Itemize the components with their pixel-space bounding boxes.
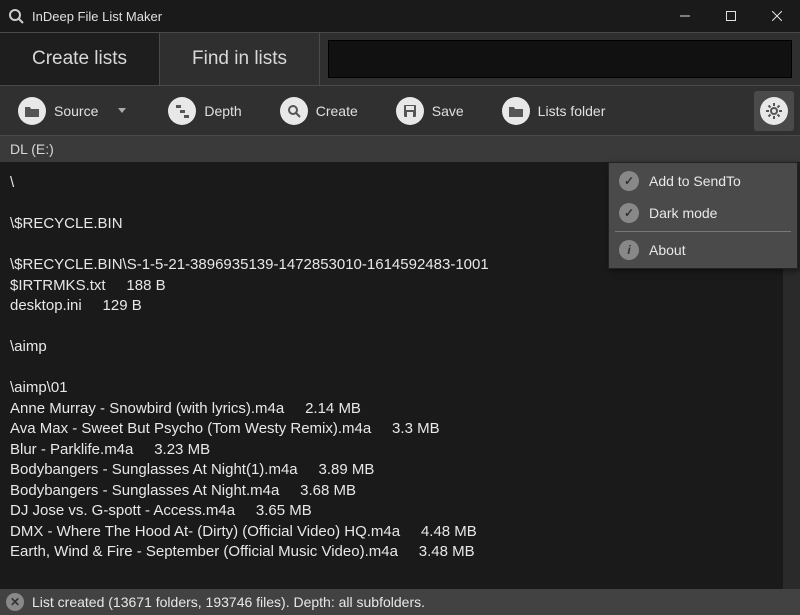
menu-label: About — [649, 242, 686, 258]
menu-label: Dark mode — [649, 205, 717, 221]
list-line: \aimp\01 — [10, 378, 790, 399]
folder-icon — [502, 97, 530, 125]
save-icon — [396, 97, 424, 125]
tab-label: Find in lists — [192, 48, 287, 70]
menu-item-dark-mode[interactable]: ✓ Dark mode — [609, 197, 797, 229]
current-path: DL (E:) — [10, 141, 54, 157]
toolbar-label: Depth — [204, 103, 241, 119]
minimize-button[interactable] — [662, 0, 708, 32]
list-line: DJ Jose vs. G-spott - Access.m4a 3.65 MB — [10, 501, 790, 522]
title-bar: InDeep File List Maker — [0, 0, 800, 32]
menu-label: Add to SendTo — [649, 173, 741, 189]
list-line: Earth, Wind & Fire - September (Official… — [10, 542, 790, 563]
settings-button[interactable] — [754, 91, 794, 131]
chevron-down-icon[interactable] — [118, 108, 126, 113]
check-icon: ✓ — [619, 171, 639, 191]
create-button[interactable]: Create — [272, 93, 366, 129]
maximize-button[interactable] — [708, 0, 754, 32]
status-bar: ✕ List created (13671 folders, 193746 fi… — [0, 589, 800, 615]
menu-item-add-sendto[interactable]: ✓ Add to SendTo — [609, 165, 797, 197]
menu-separator — [615, 231, 791, 232]
list-line: Anne Murray - Snowbird (with lyrics).m4a… — [10, 399, 790, 420]
gear-icon — [760, 97, 788, 125]
lists-folder-button[interactable]: Lists folder — [494, 93, 614, 129]
toolbar-label: Source — [54, 103, 98, 119]
close-status-icon[interactable]: ✕ — [6, 593, 24, 611]
save-button[interactable]: Save — [388, 93, 472, 129]
window-title: InDeep File List Maker — [32, 9, 662, 24]
list-line — [10, 358, 790, 379]
check-icon: ✓ — [619, 203, 639, 223]
depth-button[interactable]: Depth — [160, 93, 249, 129]
tab-bar: Create lists Find in lists — [0, 32, 800, 86]
source-button[interactable]: Source — [10, 93, 106, 129]
list-line — [10, 317, 790, 338]
toolbar-label: Create — [316, 103, 358, 119]
settings-menu: ✓ Add to SendTo ✓ Dark mode i About — [608, 162, 798, 269]
list-line: $IRTRMKS.txt 188 B — [10, 276, 790, 297]
depth-icon — [168, 97, 196, 125]
search-icon — [280, 97, 308, 125]
info-icon: i — [619, 240, 639, 260]
list-line: DMX - Where The Hood At- (Dirty) (Offici… — [10, 522, 790, 543]
tab-label: Create lists — [32, 48, 127, 70]
search-input[interactable] — [328, 40, 792, 78]
list-line: desktop.ini 129 B — [10, 296, 790, 317]
status-text: List created (13671 folders, 193746 file… — [32, 594, 425, 610]
app-icon — [8, 8, 24, 24]
menu-item-about[interactable]: i About — [609, 234, 797, 266]
list-line: Ava Max - Sweet But Psycho (Tom Westy Re… — [10, 419, 790, 440]
tab-create-lists[interactable]: Create lists — [0, 33, 160, 85]
list-line: Bodybangers - Sunglasses At Night.m4a 3.… — [10, 481, 790, 502]
list-line: \aimp — [10, 337, 790, 358]
toolbar-label: Lists folder — [538, 103, 606, 119]
toolbar: Source Depth Create — [0, 86, 800, 136]
tab-find-in-lists[interactable]: Find in lists — [160, 33, 320, 85]
list-line: Blur - Parklife.m4a 3.23 MB — [10, 440, 790, 461]
toolbar-label: Save — [432, 103, 464, 119]
list-line: Bodybangers - Sunglasses At Night(1).m4a… — [10, 460, 790, 481]
close-button[interactable] — [754, 0, 800, 32]
path-bar: DL (E:) — [0, 136, 800, 162]
folder-icon — [18, 97, 46, 125]
